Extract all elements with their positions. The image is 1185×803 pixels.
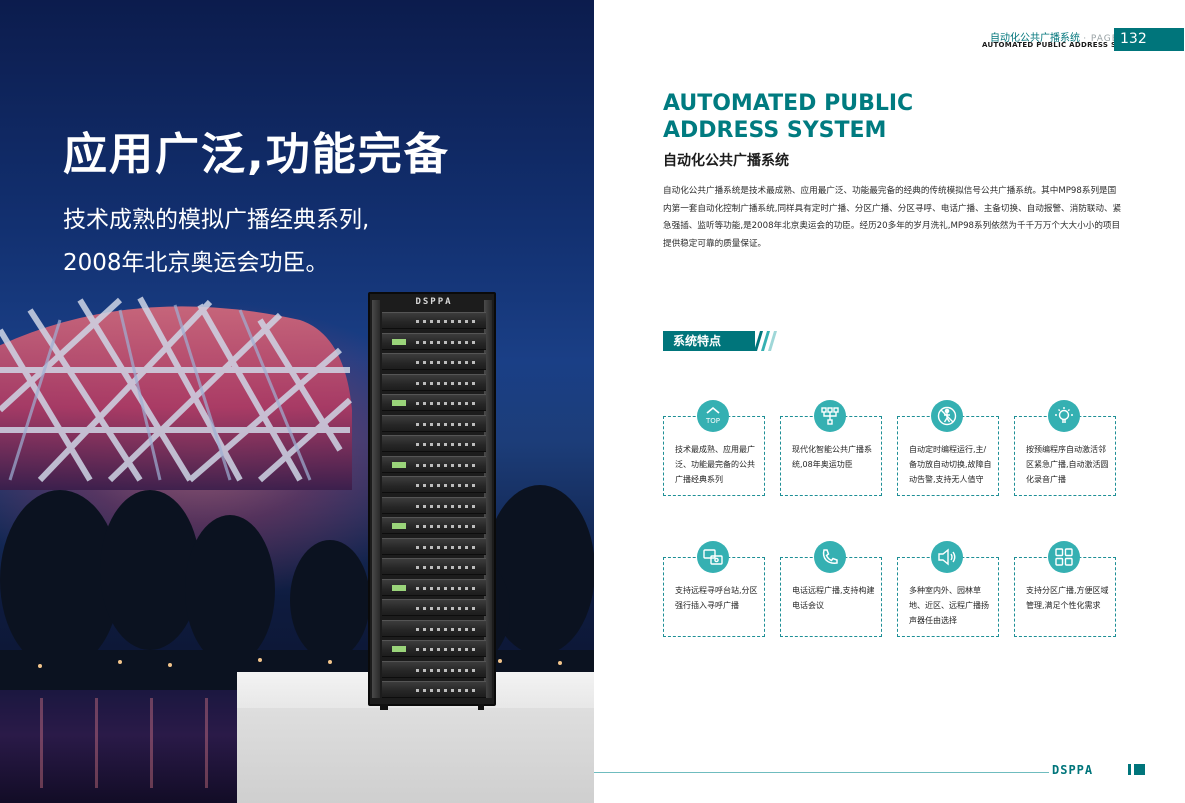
rack-unit-controls [416,668,476,672]
rack-unit-controls [416,361,476,364]
rack-unit-controls [416,381,476,385]
rack-logo: DSPPA [415,297,453,307]
rack-unit-controls [416,320,476,323]
rack-unit [382,578,486,596]
rack-unit-controls [416,443,476,446]
bulb-icon [1048,400,1080,432]
footer-mark-bar [1128,764,1131,775]
rack-rail-left [372,300,380,698]
rack-feet [380,704,484,710]
footer-mark-square [1134,764,1145,775]
feature-text: 按预编程序自动激活邻区紧急广播,自动激活圆化录音广播 [1026,445,1109,484]
page-number: 132 [1114,28,1184,51]
feature-text: 自动定时编程运行,主/备功放自动切换,故障自动告警,支持无人值守 [909,445,992,484]
rack-unit-display [392,338,406,345]
rack-unit [382,619,486,637]
feature-text: 现代化智能公共广播系统,08年奥运功臣 [792,445,872,469]
rack-unit-controls [416,525,476,528]
hero-title: 应用广泛,功能完备 [63,129,450,180]
feature-text: 电话远程广播,支持构建电话会议 [792,586,875,610]
rack-unit-display [392,523,406,529]
rack-unit-controls [416,648,476,651]
feature-text: 支持远程寻呼台站,分区强行插入寻呼广播 [675,586,758,610]
footer-brand-logo: DSPPA [1052,763,1094,777]
section-title-cn: 自动化公共广播系统 [663,153,789,169]
equipment-rack-image: DSPPA [368,292,496,710]
pedestal-front [237,708,594,803]
rack-unit-controls [416,566,476,569]
rack-unit [382,312,486,329]
rack-unit-display [392,584,406,591]
rack-unit [382,435,486,452]
phone-icon [814,541,846,573]
rack-unit [382,681,486,698]
rack-unit-display [392,400,406,406]
feature-text: 多种室内外、园林草地、近区、远程广播扬声器任由选择 [909,586,989,625]
rack-unit [382,455,486,473]
hero-subtitle-line1: 技术成熟的模拟广播经典系列, [63,207,370,233]
rack-unit [382,660,486,678]
rack-unit [382,476,486,493]
grid-icon [1048,541,1080,573]
rack-unit [382,353,486,370]
rack-unit [382,373,486,391]
rack-unit-display [392,461,406,468]
rack-unit-controls [416,545,476,549]
rack-unit [382,332,486,350]
hero-photo-panel: 应用广泛,功能完备 技术成熟的模拟广播经典系列, 2008年北京奥运会功臣。 D… [0,0,594,803]
rack-unit [382,517,486,534]
section-title-en-line1: AUTOMATED PUBLIC [663,91,914,116]
rack-unit [382,558,486,575]
rack-unit-controls [416,689,476,692]
intro-paragraph: 自动化公共广播系统是技术最成熟、应用最广泛、功能最完备的经典的传统模拟信号公共广… [663,186,1122,249]
rack-unit [382,640,486,657]
rack-unit-controls [416,504,476,508]
rack-unit-controls [416,586,476,590]
rack-unit [382,394,486,411]
rack-unit-controls [416,484,476,487]
rack-unit [382,537,486,555]
rack-unit-controls [416,607,476,610]
features-heading: 系统特点 [663,331,755,351]
feature-text: 技术最成熟、应用最广泛、功能最完备的公共广播经典系列 [675,445,755,484]
speaker-icon [931,541,963,573]
section-title-en: AUTOMATED PUBLIC ADDRESS SYSTEM [663,90,963,144]
network-icon [814,400,846,432]
rack-unit [382,414,486,432]
hero-subtitle-line2: 2008年北京奥运会功臣。 [63,250,329,276]
unattended-icon [931,400,963,432]
top-icon: TOP [697,400,729,432]
rack-unit [382,496,486,514]
rack-unit [382,599,486,616]
rack-unit-controls [416,463,476,467]
rack-unit-display [392,646,406,652]
rack-unit-controls [416,422,476,426]
heading-slashes-decoration [754,331,777,351]
footer-rule [594,772,1049,773]
feature-text: 支持分区广播,方便区域管理,满足个性化需求 [1026,586,1109,610]
svg-text:TOP: TOP [705,417,720,425]
rack-unit-controls [416,340,476,344]
trees-silhouette [0,485,594,700]
paging-station-icon [697,541,729,573]
rack-unit-controls [416,402,476,405]
rack-unit-controls [416,627,476,631]
section-title-en-line2: ADDRESS SYSTEM [663,118,887,143]
